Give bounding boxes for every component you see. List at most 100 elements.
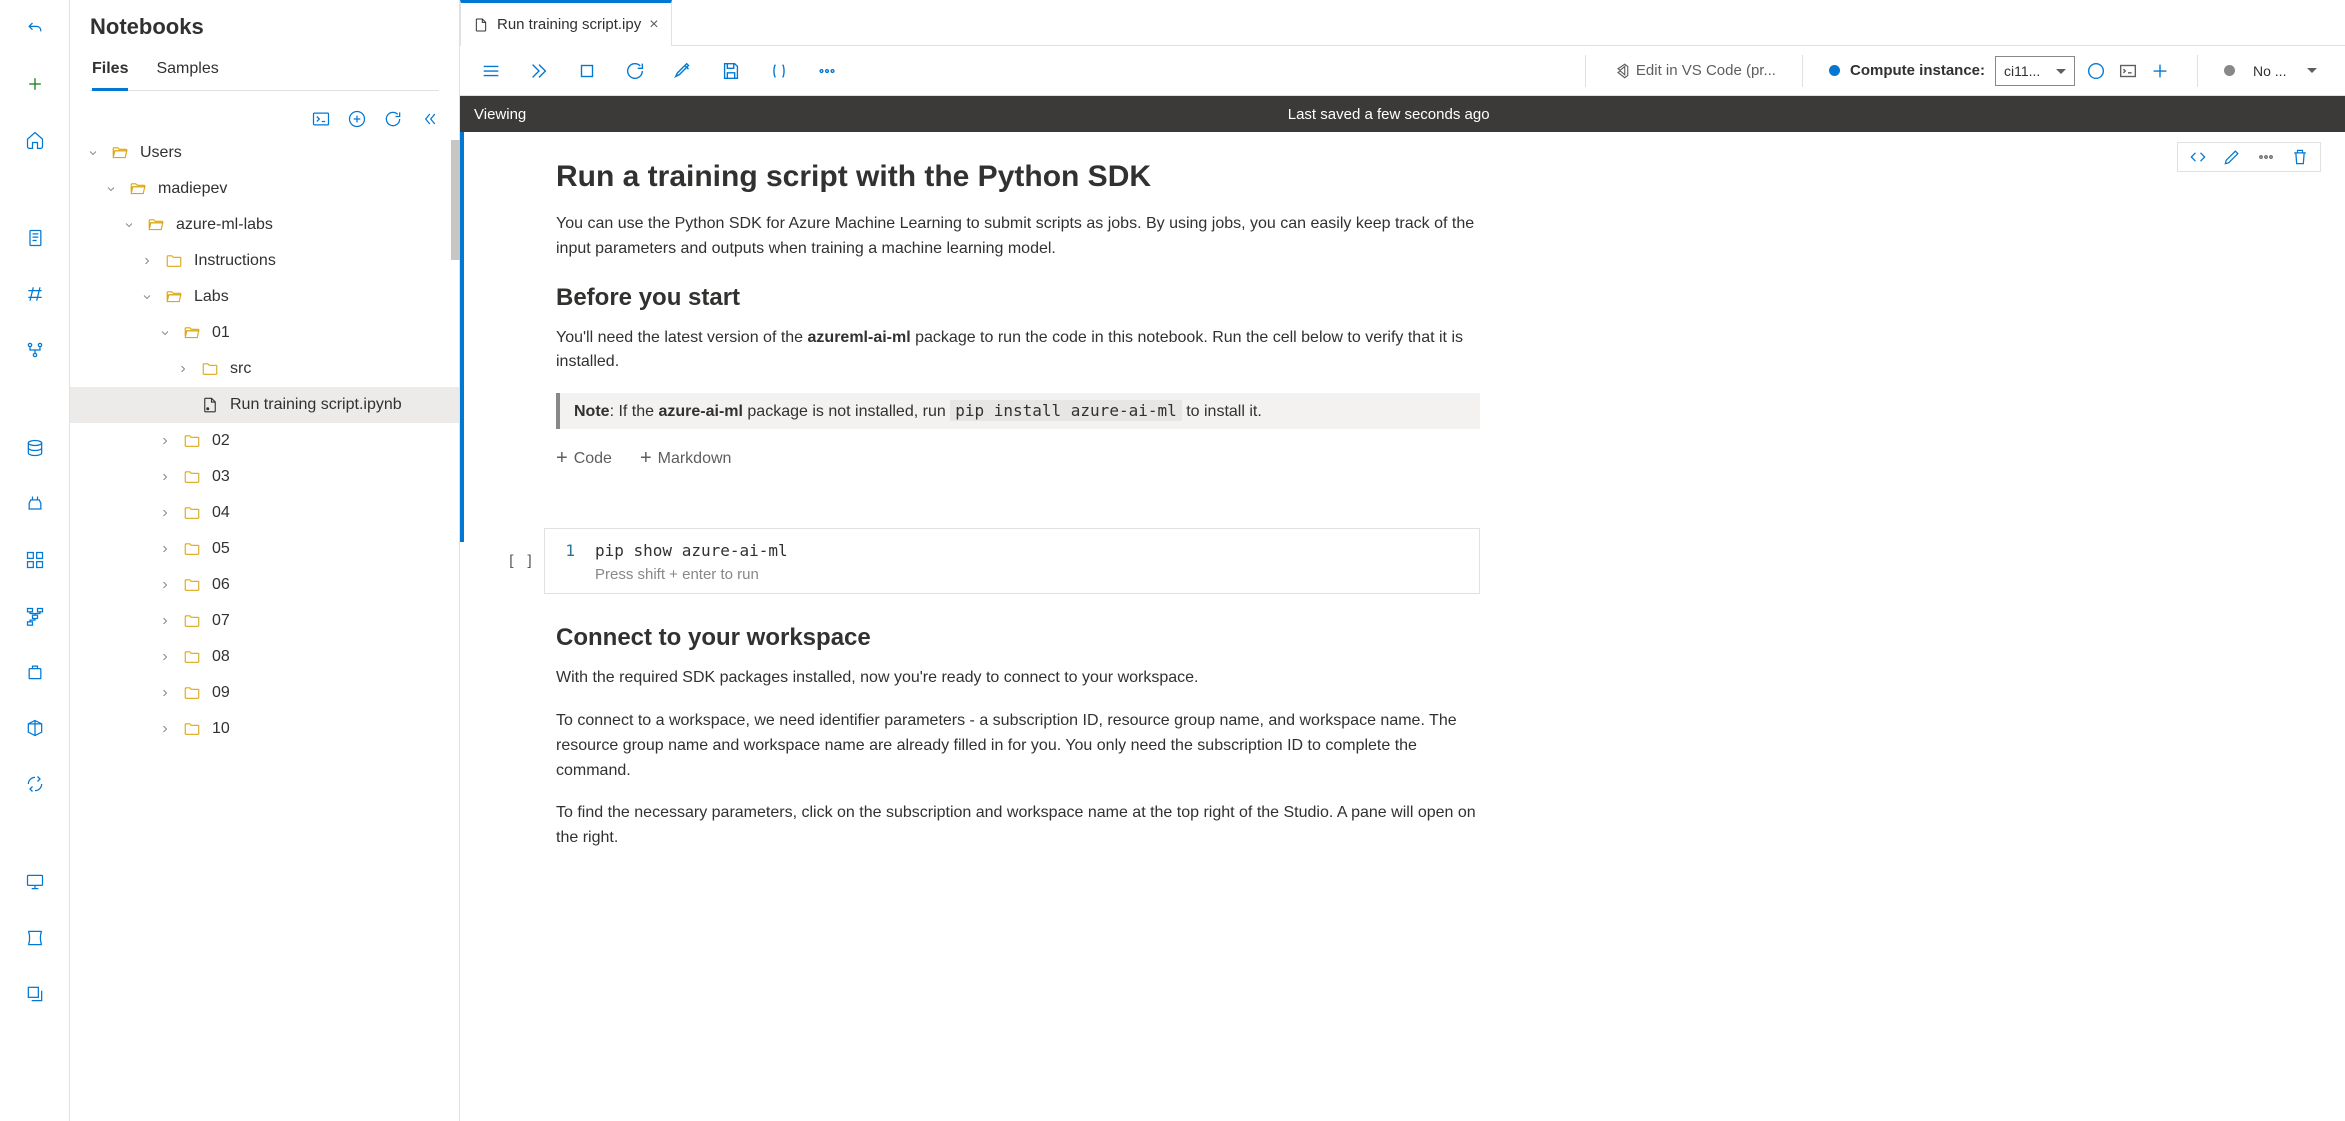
terminal-icon[interactable] [311,109,331,129]
folder-open-icon [182,324,202,342]
add-markdown-button[interactable]: +Markdown [640,447,732,470]
tree-row[interactable]: 07 [70,603,459,639]
add-code-button[interactable]: +Code [556,447,612,470]
tree-row[interactable]: src [70,351,459,387]
tree-label: 02 [212,432,230,450]
chevron-right-icon[interactable] [158,687,172,699]
add-icon[interactable] [15,68,55,100]
endpoints-icon[interactable] [15,768,55,800]
tree-label: 07 [212,612,230,630]
statusbar: Viewing Last saved a few seconds ago [460,96,2345,132]
clear-icon[interactable] [672,60,694,82]
tree-row[interactable]: Instructions [70,243,459,279]
chevron-right-icon[interactable] [158,615,172,627]
chevron-down-icon[interactable] [104,183,118,195]
chevron-right-icon[interactable] [158,435,172,447]
markdown-cell[interactable]: Run a training script with the Python SD… [460,132,1480,528]
tree-row[interactable]: 03 [70,459,459,495]
variables-icon[interactable] [768,60,790,82]
tree-row[interactable]: Run training script.ipynb [70,387,459,423]
tree-label: madiepev [158,180,227,198]
line-number: 1 [545,541,595,560]
tabbar: Run training script.ipy × [460,0,2345,46]
refresh-icon[interactable] [383,109,403,129]
designer-icon[interactable] [15,334,55,366]
status-mode: Viewing [474,106,526,123]
edit-vscode-button[interactable]: Edit in VS Code (pr... [1612,62,1776,80]
doc-p4: To connect to a workspace, we need ident… [556,709,1480,783]
tree-row[interactable]: 04 [70,495,459,531]
file-icon [200,396,220,414]
chevron-right-icon[interactable] [176,363,190,375]
compute-refresh-icon[interactable] [2085,60,2107,82]
chevron-right-icon[interactable] [158,471,172,483]
chevron-down-icon[interactable] [140,291,154,303]
kernel-select[interactable]: No ... [2245,56,2325,86]
chevron-right-icon[interactable] [158,543,172,555]
tree-row[interactable]: 06 [70,567,459,603]
tree-row[interactable]: Users [70,135,459,171]
components-icon[interactable] [15,544,55,576]
compute-select[interactable]: ci11... [1995,56,2075,86]
tree-row[interactable]: Labs [70,279,459,315]
chevron-down-icon[interactable] [122,219,136,231]
file-tab[interactable]: Run training script.ipy × [460,0,672,46]
tree-label: 01 [212,324,230,342]
jobs-icon[interactable] [15,488,55,520]
environments-icon[interactable] [15,656,55,688]
doc-h2-before: Before you start [556,284,1480,312]
notebook-scroll[interactable]: Run a training script with the Python SD… [460,132,2345,1121]
tree-row[interactable]: madiepev [70,171,459,207]
compute-add-icon[interactable] [2149,60,2171,82]
toolbar: Edit in VS Code (pr... Compute instance:… [460,46,2345,96]
tree-row[interactable]: 10 [70,711,459,747]
tree-row[interactable]: 02 [70,423,459,459]
chevron-right-icon[interactable] [158,579,172,591]
stop-icon[interactable] [576,60,598,82]
tab-files[interactable]: Files [92,54,128,91]
doc-p5: To find the necessary parameters, click … [556,801,1480,851]
tab-samples[interactable]: Samples [156,54,218,90]
compute-terminal-icon[interactable] [2117,60,2139,82]
back-icon[interactable] [15,12,55,44]
chevron-right-icon[interactable] [140,255,154,267]
tree-label: 10 [212,720,230,738]
tree-row[interactable]: 01 [70,315,459,351]
chevron-right-icon[interactable] [158,723,172,735]
tree-row[interactable]: azure-ml-labs [70,207,459,243]
data-icon[interactable] [15,432,55,464]
home-icon[interactable] [15,124,55,156]
chevron-down-icon[interactable] [158,327,172,339]
save-icon[interactable] [720,60,742,82]
compute-icon[interactable] [15,866,55,898]
linked-icon[interactable] [15,978,55,1010]
sidebar: Notebooks Files Samples Usersmadiepevazu… [70,0,460,1121]
code-cell[interactable]: [ ] 1pip show azure-ai-ml Press shift + … [556,528,1480,594]
menu-icon[interactable] [480,60,502,82]
sidebar-tabs: Files Samples [90,54,439,91]
chevron-down-icon[interactable] [86,147,100,159]
close-icon[interactable]: × [649,16,658,34]
notebooks-icon[interactable] [15,222,55,254]
pipelines-icon[interactable] [15,600,55,632]
chevron-right-icon[interactable] [158,507,172,519]
collapse-icon[interactable] [419,109,439,129]
restart-icon[interactable] [624,60,646,82]
tree-row[interactable]: 08 [70,639,459,675]
datastores-icon[interactable] [15,922,55,954]
tree-label: Users [140,144,182,162]
code-hint: Press shift + enter to run [545,566,1479,583]
models-icon[interactable] [15,712,55,744]
add-file-icon[interactable] [347,109,367,129]
nav-rail [0,0,70,1121]
more-icon[interactable] [816,60,838,82]
file-tab-label: Run training script.ipy [497,16,641,33]
tree-label: Labs [194,288,229,306]
folder-closed-icon [182,468,202,486]
automl-icon[interactable] [15,278,55,310]
folder-closed-icon [200,360,220,378]
run-all-icon[interactable] [528,60,550,82]
chevron-right-icon[interactable] [158,651,172,663]
tree-row[interactable]: 05 [70,531,459,567]
tree-row[interactable]: 09 [70,675,459,711]
